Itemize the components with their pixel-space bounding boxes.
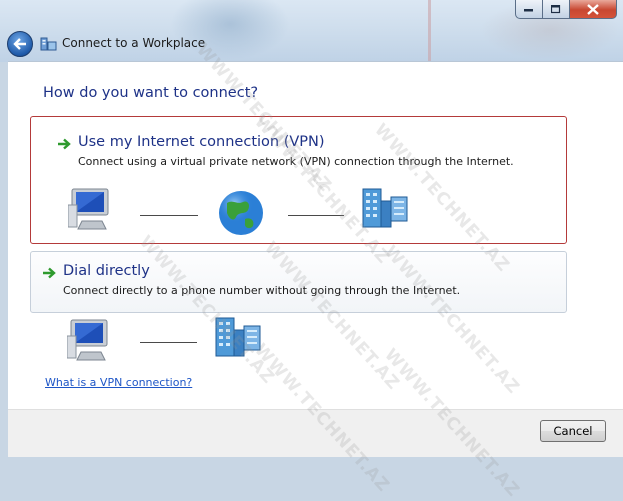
background-blur-decoration <box>170 0 290 60</box>
close-button[interactable] <box>570 0 617 19</box>
minimize-icon <box>524 9 533 12</box>
maximize-button[interactable] <box>543 0 570 19</box>
connection-line <box>140 342 197 343</box>
minimize-button[interactable] <box>515 0 543 19</box>
computer-icon <box>68 188 109 230</box>
computer-icon <box>67 319 108 361</box>
close-icon <box>587 3 599 15</box>
vpn-help-link[interactable]: What is a VPN connection? <box>45 376 192 389</box>
workplace-network-icon <box>40 37 57 51</box>
option-dial-description: Connect directly to a phone number witho… <box>63 284 461 297</box>
workplace-building-icon <box>215 317 261 357</box>
option-dial-title: Dial directly <box>63 263 150 279</box>
background-decoration-line <box>428 0 431 62</box>
wizard-footer: Cancel <box>8 409 623 457</box>
back-arrow-icon <box>13 38 26 50</box>
workplace-building-icon <box>362 188 408 228</box>
option-vpn-description: Connect using a virtual private network … <box>78 155 514 168</box>
cancel-button[interactable]: Cancel <box>540 420 606 442</box>
option-vpn-title: Use my Internet connection (VPN) <box>78 134 325 150</box>
globe-icon <box>219 191 263 235</box>
connection-line <box>288 215 344 216</box>
wizard-content: How do you want to connect? Use my Inter… <box>8 61 623 410</box>
option-vpn[interactable]: Use my Internet connection (VPN) Connect… <box>30 116 567 244</box>
green-arrow-icon <box>43 267 56 279</box>
maximize-icon <box>551 4 561 13</box>
page-heading: How do you want to connect? <box>43 85 259 101</box>
back-button[interactable] <box>7 31 33 57</box>
option-dial-directly[interactable]: Dial directly Connect directly to a phon… <box>30 251 567 313</box>
window-title: Connect to a Workplace <box>62 36 206 50</box>
connection-line <box>140 215 198 216</box>
green-arrow-icon <box>58 138 71 150</box>
